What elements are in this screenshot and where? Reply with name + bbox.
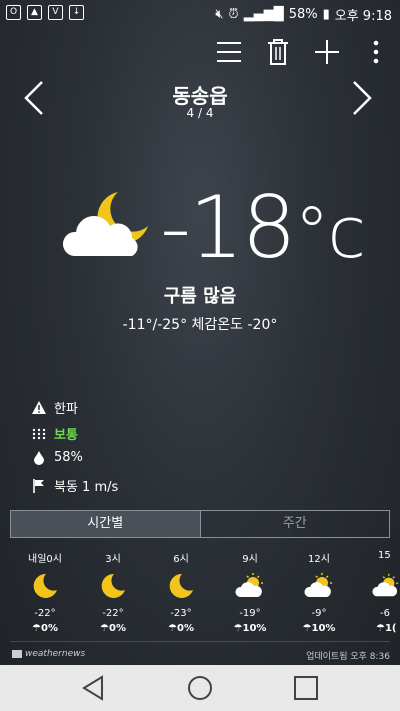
clock: 오후 9:18 xyxy=(334,9,392,24)
city-name: 동송읍 xyxy=(172,84,228,108)
umbrella-icon: ☂︎ xyxy=(100,623,109,634)
navigation-bar xyxy=(0,665,400,711)
hourly-temp: -6 xyxy=(380,608,390,619)
hourly-rain: ☂︎10% xyxy=(289,623,349,634)
menu-icon[interactable] xyxy=(213,36,245,68)
warning-label: 한파 xyxy=(54,402,78,417)
hourly-rain-value: 1( xyxy=(384,623,397,634)
hourly-rain: ☂︎0% xyxy=(15,623,75,634)
umbrella-icon: ☂︎ xyxy=(233,623,243,634)
temperature-range-feels-like: -11°/-25° 체감온도 -20° xyxy=(122,317,278,333)
home-icon[interactable] xyxy=(186,674,214,706)
status-bar: O ▲ V ↓ 🔇︎ ⏰︎ ▂▄▆█ 58% ▮ 오후 9:18 xyxy=(0,0,400,28)
hourly-time: 15 xyxy=(378,550,391,561)
gallery-notification-icon: ▲ xyxy=(27,5,42,20)
humidity: 58% xyxy=(32,450,83,465)
wind-value: 북동 1 m/s xyxy=(54,480,119,495)
hourly-item: 6시 -23° ☂︎0% xyxy=(151,550,211,634)
air-quality: 보통 xyxy=(32,424,78,443)
current-temperature: -18 xyxy=(160,178,296,278)
next-location-icon[interactable] xyxy=(348,78,388,122)
footer-divider xyxy=(10,641,390,642)
sun-cloud-icon xyxy=(220,570,280,602)
battery-icon: ▮ xyxy=(322,7,330,22)
signal-icon: ▂▄▆█ xyxy=(243,7,284,22)
weathernews-logo-icon xyxy=(12,649,22,658)
umbrella-icon: ☂︎ xyxy=(302,623,312,634)
umbrella-icon: ☂︎ xyxy=(376,623,385,634)
hourly-rain: ☂︎0% xyxy=(83,623,143,634)
delete-icon[interactable] xyxy=(262,36,294,68)
vpn-notification-icon: V xyxy=(48,5,63,20)
back-icon[interactable] xyxy=(80,674,108,706)
humidity-value: 58% xyxy=(54,450,83,465)
tab-weekly[interactable]: 주간 xyxy=(199,511,390,537)
umbrella-icon: ☂︎ xyxy=(168,623,177,634)
hourly-time: 내일0시 xyxy=(28,554,62,565)
hourly-rain: ☂︎1( xyxy=(358,623,400,634)
hourly-rain-value: 0% xyxy=(40,623,58,634)
hourly-temp: -22° xyxy=(102,608,124,619)
hourly-time: 12시 xyxy=(308,554,330,565)
cloudy-night-icon xyxy=(60,190,152,266)
hourly-temp: -23° xyxy=(170,608,192,619)
recent-apps-icon[interactable] xyxy=(292,674,320,706)
updated-time: 업데이트됨 오후 8:36 xyxy=(306,652,390,662)
humidity-drop-icon xyxy=(32,450,46,465)
umbrella-icon: ☂︎ xyxy=(32,623,41,634)
hourly-temp: -19° xyxy=(239,608,261,619)
download-notification-icon: ↓ xyxy=(69,5,84,20)
hourly-rain: ☂︎0% xyxy=(151,623,211,634)
weather-warning: 한파 xyxy=(32,398,78,417)
hourly-rain-value: 10% xyxy=(242,623,267,634)
hourly-rain-value: 10% xyxy=(311,623,336,634)
hourly-rain-value: 0% xyxy=(108,623,126,634)
hourly-temp: -22° xyxy=(34,608,56,619)
weather-condition: 구름 많음 xyxy=(163,286,237,307)
add-icon[interactable] xyxy=(311,36,343,68)
tab-hourly[interactable]: 시간별 xyxy=(11,511,200,537)
more-options-icon[interactable] xyxy=(360,36,392,68)
brand-name: weathernews xyxy=(25,649,86,659)
dust-icon xyxy=(32,427,46,441)
hourly-item: 12시 -9° ☂︎10% xyxy=(289,550,349,634)
sun-cloud-icon xyxy=(358,570,400,602)
current-temperature-block: -18°c xyxy=(160,178,366,278)
moon-icon xyxy=(15,570,75,602)
forecast-tabs: 시간별 주간 xyxy=(10,510,390,538)
hourly-item: 3시 -22° ☂︎0% xyxy=(83,550,143,634)
wind-flag-icon xyxy=(32,478,46,493)
footer: weathernews 업데이트됨 오후 8:36 xyxy=(0,645,400,665)
hourly-item: 내일0시 -22° ☂︎0% xyxy=(15,550,75,634)
wind: 북동 1 m/s xyxy=(32,476,118,495)
temperature-unit: °c xyxy=(294,192,365,274)
hourly-time: 3시 xyxy=(105,554,121,565)
hourly-rain: ☂︎10% xyxy=(220,623,280,634)
app-notification-icon: O xyxy=(6,5,21,20)
hourly-time: 9시 xyxy=(242,554,258,565)
moon-icon xyxy=(83,570,143,602)
hourly-temp: -9° xyxy=(311,608,327,619)
hourly-time: 6시 xyxy=(173,554,189,565)
hourly-item-partial: 15 -6 ☂︎1( xyxy=(358,550,400,634)
alarm-icon: ⏰︎ xyxy=(228,7,239,22)
location-pager: 4 / 4 xyxy=(186,106,214,120)
air-quality-label: 보통 xyxy=(54,428,78,443)
weathernews-logo: weathernews xyxy=(12,649,85,659)
hourly-rain-value: 0% xyxy=(176,623,194,634)
moon-icon xyxy=(151,570,211,602)
battery-percent: 58% xyxy=(288,7,318,22)
hourly-item: 9시 -19° ☂︎10% xyxy=(220,550,280,634)
mute-icon: 🔇︎ xyxy=(215,7,224,22)
warning-icon xyxy=(32,401,46,415)
sun-cloud-icon xyxy=(289,570,349,602)
